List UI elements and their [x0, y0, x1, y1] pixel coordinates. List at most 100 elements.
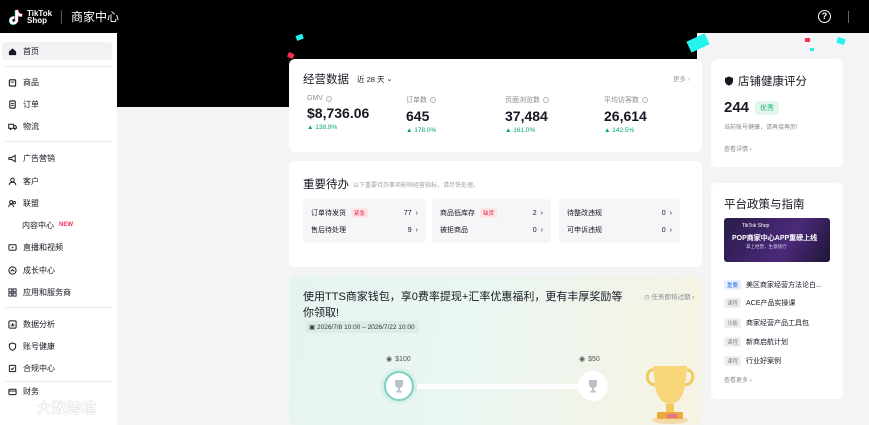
- metric-gmv[interactable]: GMV i $8,736.06 ▲ 138.9%: [307, 95, 397, 131]
- todos-title: 重要待办: [303, 179, 349, 191]
- sidebar-item-products[interactable]: 商品: [2, 73, 112, 91]
- banner-title: POP商家中心APP重磅上线: [732, 235, 818, 242]
- wallet-icon: [8, 387, 17, 396]
- more-label: 更多: [673, 76, 687, 83]
- metric-delta: 178.0%: [414, 127, 437, 134]
- health-description: 当前账号健康，请再接再厉!: [724, 125, 798, 131]
- todo-count: 0: [661, 226, 666, 234]
- chart-icon: [8, 319, 17, 329]
- sidebar-item-label: 直播和视频: [23, 242, 63, 252]
- policy-item[interactable]: 课程 ACE产品实操课: [724, 298, 795, 308]
- todo-label: 被拒商品: [440, 227, 468, 234]
- chevron-right-icon: ›: [540, 209, 543, 217]
- truck-icon: [8, 122, 17, 131]
- business-data-title: 经营数据: [303, 74, 349, 86]
- sidebar-item-account-health[interactable]: 账号健康: [2, 337, 112, 355]
- sidebar-item-logistics[interactable]: 物流: [2, 117, 112, 135]
- todo-count: 77: [403, 209, 412, 217]
- metric-label: 平均访客数: [604, 97, 639, 104]
- calendar-icon: ▣: [309, 324, 316, 331]
- sidebar-item-ads[interactable]: 广告营销: [2, 149, 112, 167]
- todo-item-after-sales[interactable]: 售后待处理 9 ›: [311, 224, 418, 236]
- header-divider: [61, 9, 63, 24]
- clock-icon: ◷: [644, 294, 650, 301]
- sidebar-divider: [4, 141, 112, 142]
- metric-value: $8,736.06: [307, 105, 370, 121]
- reward-milestone-100[interactable]: [384, 371, 414, 401]
- period-selector[interactable]: 近 28 天 ⌄: [357, 74, 392, 85]
- metric-value: 37,484: [505, 108, 548, 124]
- policy-item[interactable]: 功能 商家经营产品工具包: [724, 318, 809, 328]
- order-icon: [8, 99, 17, 109]
- chevron-right-icon: ›: [669, 209, 672, 217]
- policy-tag: 课程: [724, 356, 742, 366]
- sidebar-item-label: 商品: [23, 77, 39, 87]
- reward-milestone-50[interactable]: [578, 371, 608, 401]
- sidebar-item-apps-services[interactable]: 应用和服务商: [2, 283, 112, 301]
- sidebar-item-label: 应用和服务商: [23, 287, 71, 297]
- metric-value: 26,614: [604, 108, 647, 124]
- header-right-divider: [848, 11, 849, 23]
- sidebar-item-label: 合规中心: [23, 363, 55, 373]
- banner-brand: TikTok Shop: [742, 223, 770, 229]
- todo-group-products: 商品低库存 缺货 2 › 被拒商品 0 ›: [432, 199, 551, 243]
- todo-label: 商品低库存: [440, 210, 475, 217]
- shield-icon: [725, 76, 733, 86]
- policy-tag: 功能: [724, 318, 742, 328]
- view-details-link[interactable]: 查看详情 ›: [724, 144, 752, 153]
- todo-item-violations-to-fix[interactable]: 待整改违规 0 ›: [567, 207, 672, 219]
- tiktok-shop-logo[interactable]: TikTok Shop: [9, 9, 52, 25]
- sidebar-item-compliance[interactable]: 合规中心: [2, 359, 112, 377]
- todo-item-appealable-violations[interactable]: 可申诉违规 0 ›: [567, 224, 672, 236]
- metric-delta: 142.5%: [612, 127, 635, 134]
- metric-label: 订单数: [406, 97, 427, 104]
- policy-title: 平台政策与指南: [724, 199, 805, 211]
- help-icon[interactable]: ?: [818, 10, 831, 23]
- todo-item-rejected-products[interactable]: 被拒商品 0 ›: [440, 224, 543, 236]
- todo-item-unshipped-orders[interactable]: 订单待发货 紧急 77 ›: [311, 207, 418, 219]
- metric-avg-visitors[interactable]: 平均访客数 i 26,614 ▲ 142.5%: [604, 95, 694, 134]
- home-icon: [8, 47, 17, 56]
- todo-count: 2: [532, 209, 537, 217]
- task-expiring-link[interactable]: ◷ 任务即将过期 ›: [644, 291, 694, 301]
- trend-up-icon: ▲: [505, 127, 512, 134]
- coin-icon: ◉: [386, 356, 393, 363]
- gold-trophy-icon: [645, 366, 695, 424]
- policy-item[interactable]: 课程 新商启航计划: [724, 337, 788, 347]
- sidebar-item-analytics[interactable]: 数据分析: [2, 315, 112, 333]
- logo-wordmark: TikTok Shop: [27, 9, 52, 25]
- wallet-promo-card[interactable]: 使用TTS商家钱包，享0费率提现+汇率优惠福利，更有丰厚奖励等你领取! ▣ 20…: [289, 276, 702, 425]
- policy-more-link[interactable]: 查看更多 ›: [724, 375, 752, 384]
- policy-item-label: ACE产品实操课: [746, 300, 796, 307]
- shop-health-card: 店铺健康评分 244 优秀 当前账号健康，请再接再厉! 查看详情 ›: [711, 59, 843, 167]
- sidebar-item-live-video[interactable]: 直播和视频: [2, 238, 112, 256]
- business-data-more-link[interactable]: 更多 ›: [673, 73, 690, 83]
- urgent-tag: 紧急: [351, 208, 369, 218]
- todo-item-low-stock[interactable]: 商品低库存 缺货 2 ›: [440, 207, 543, 219]
- sidebar-item-affiliate[interactable]: 联盟: [2, 194, 112, 212]
- chevron-right-icon: ›: [540, 226, 543, 234]
- sidebar-item-orders[interactable]: 订单: [2, 95, 112, 113]
- policy-tag: 课程: [724, 337, 742, 347]
- sidebar-divider: [4, 66, 112, 67]
- sidebar-item-home[interactable]: 首页: [2, 42, 112, 60]
- trend-up-icon: ▲: [604, 127, 611, 134]
- metric-label: GMV: [307, 95, 323, 102]
- sidebar-item-content-center[interactable]: 内容中心 NEW: [2, 216, 112, 234]
- logo-text-shop: Shop: [27, 15, 47, 25]
- sidebar-item-label: 内容中心: [22, 220, 54, 230]
- sidebar-item-label: 订单: [23, 99, 39, 109]
- sidebar-item-growth[interactable]: 成长中心: [2, 261, 112, 279]
- todo-group-orders: 订单待发货 紧急 77 › 售后待处理 9 ›: [303, 199, 426, 243]
- metric-page-views[interactable]: 页面浏览数 i 37,484 ▲ 161.0%: [505, 95, 595, 134]
- reward-amount: $50: [588, 355, 600, 363]
- policy-banner[interactable]: TikTok Shop POP商家中心APP重磅上线 掌上经营，生意随行: [724, 218, 830, 262]
- metric-value: 645: [406, 108, 430, 124]
- affiliate-icon: [8, 199, 17, 208]
- metric-orders[interactable]: 订单数 i 645 ▲ 178.0%: [406, 95, 496, 134]
- policy-item[interactable]: 重要 美区商家经营方法论白...: [724, 280, 822, 290]
- out-of-stock-tag: 缺货: [480, 208, 498, 218]
- policy-item[interactable]: 课程 行业好案例: [724, 356, 781, 366]
- sidebar-item-customers[interactable]: 客户: [2, 172, 112, 190]
- product-icon: [8, 78, 17, 87]
